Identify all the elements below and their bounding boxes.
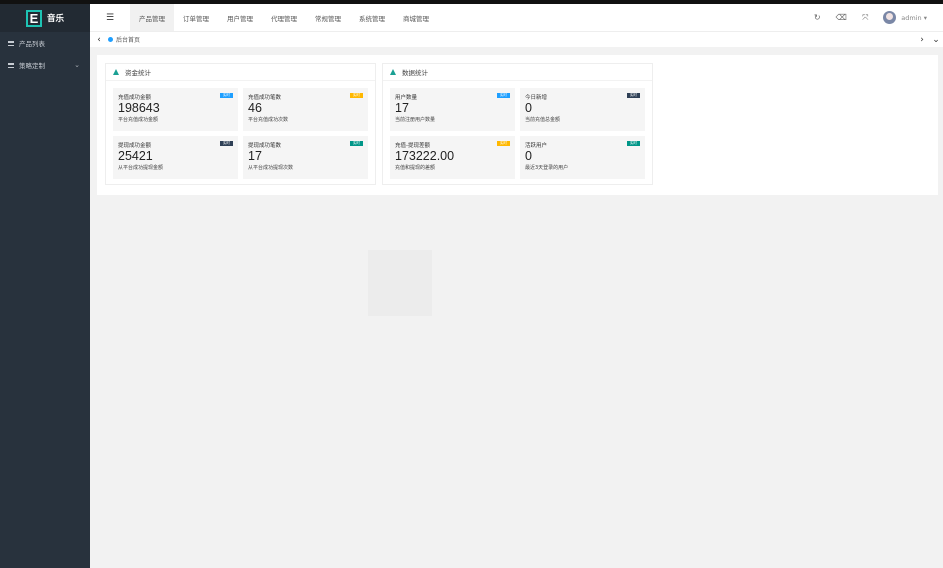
stat-value: 17: [395, 101, 409, 115]
stat-card: 提现成功金额 25421 从平台成功提现金额 实时: [113, 136, 238, 179]
sidebar-item-label: 产品列表: [19, 40, 45, 48]
warning-icon: [113, 69, 119, 75]
stat-label: 提现成功金额: [118, 143, 152, 149]
status-badge: 实时: [220, 141, 233, 146]
stat-subtitle: 从平台成功提现次数: [248, 165, 294, 171]
list-icon: [8, 40, 14, 46]
nav-agent[interactable]: 代理管理: [262, 4, 306, 31]
watermark-logo: [368, 250, 432, 316]
sidebar-item-label: 策略定制: [19, 62, 45, 70]
status-badge: 实时: [350, 141, 363, 146]
stat-label: 充值成功金额: [118, 95, 152, 101]
nav-user[interactable]: 用户管理: [218, 4, 262, 31]
status-badge: 实时: [497, 93, 510, 98]
tab-home[interactable]: 后台首页: [116, 35, 140, 44]
nav-general[interactable]: 常规管理: [306, 4, 350, 31]
funds-panel: 资金统计 充值成功金额 198643 平台充值成功金额 实时 充值成功笔数 46…: [105, 63, 376, 185]
status-badge: 实时: [627, 93, 640, 98]
dashboard-content: 资金统计 充值成功金额 198643 平台充值成功金额 实时 充值成功笔数 46…: [97, 55, 938, 195]
panel-title: 数据统计: [402, 69, 428, 77]
stat-subtitle: 平台充值成功次数: [248, 117, 289, 123]
sidebar: E 音乐 产品列表 策略定制 ⌄: [0, 4, 90, 568]
warning-icon: [390, 69, 396, 75]
tab-prev-icon[interactable]: ‹: [90, 35, 108, 45]
tab-menu-chevron-icon[interactable]: ⌄: [929, 35, 943, 45]
stat-label: 今日新增: [525, 95, 548, 101]
stat-value: 17: [248, 149, 262, 163]
stat-value: 0: [525, 149, 532, 163]
stat-value: 198643: [118, 101, 160, 115]
nav-order[interactable]: 订单管理: [174, 4, 218, 31]
status-badge: 实时: [220, 93, 233, 98]
stat-card: 充值成功金额 198643 平台充值成功金额 实时: [113, 88, 238, 131]
stat-value: 25421: [118, 149, 153, 163]
tab-next-icon[interactable]: ›: [915, 35, 929, 45]
stat-label: 充值-提现差额: [395, 143, 430, 149]
logo[interactable]: E 音乐: [0, 4, 90, 32]
menu-icon[interactable]: ☰: [90, 4, 130, 31]
stat-card: 充值-提现差额 173222.00 充值和提现的差额 实时: [390, 136, 515, 179]
stat-label: 用户数量: [395, 95, 418, 101]
stat-label: 充值成功笔数: [248, 95, 282, 101]
nav-mall[interactable]: 商城管理: [394, 4, 438, 31]
status-badge: 实时: [497, 141, 510, 146]
stat-value: 46: [248, 101, 262, 115]
stat-subtitle: 从平台成功提现金额: [118, 165, 164, 171]
stat-subtitle: 最近3天登录的用户: [525, 165, 569, 171]
nav-product[interactable]: 产品管理: [130, 4, 174, 31]
status-badge: 实时: [350, 93, 363, 98]
stat-label: 活跃用户: [525, 143, 548, 149]
status-badge: 实时: [627, 141, 640, 146]
header: ☰ 产品管理 订单管理 用户管理 代理管理 常规管理 系统管理 商城管理 ↻ ⌫…: [90, 4, 943, 31]
panel-title: 资金统计: [125, 69, 151, 77]
stat-subtitle: 当前注册用户数量: [395, 117, 436, 123]
chevron-down-icon: ⌄: [74, 61, 80, 69]
sidebar-item-strategy[interactable]: 策略定制 ⌄: [0, 54, 90, 76]
stat-subtitle: 充值和提现的差额: [395, 165, 436, 171]
stat-card: 提现成功笔数 17 从平台成功提现次数 实时: [243, 136, 368, 179]
sidebar-item-product-list[interactable]: 产品列表: [0, 32, 90, 54]
stat-card: 今日新增 0 当前充值总金额 实时: [520, 88, 645, 131]
stat-value: 173222.00: [395, 149, 455, 163]
username: admin: [901, 13, 922, 22]
stat-subtitle: 平台充值成功金额: [118, 117, 159, 123]
data-panel: 数据统计 用户数量 17 当前注册用户数量 实时 今日新增 0 当前充值总金额 …: [382, 63, 653, 185]
logo-mark: E: [25, 9, 42, 27]
stat-subtitle: 当前充值总金额: [525, 117, 561, 123]
nav-system[interactable]: 系统管理: [350, 4, 394, 31]
app-title: 音乐: [46, 14, 64, 24]
stat-label: 提现成功笔数: [248, 143, 282, 149]
fullscreen-icon[interactable]: ⤧: [853, 13, 877, 23]
clear-icon[interactable]: ⌫: [829, 13, 853, 22]
stat-card: 用户数量 17 当前注册用户数量 实时: [390, 88, 515, 131]
stat-card: 充值成功笔数 46 平台充值成功次数 实时: [243, 88, 368, 131]
avatar[interactable]: [883, 11, 897, 24]
user-menu[interactable]: admin ▾: [901, 14, 927, 22]
list-icon: [8, 62, 14, 68]
tabs-bar: ‹ 后台首页 › ⌄: [90, 31, 943, 47]
stat-card: 活跃用户 0 最近3天登录的用户 实时: [520, 136, 645, 179]
refresh-icon[interactable]: ↻: [805, 13, 829, 22]
tab-active-dot: [108, 37, 113, 42]
stat-value: 0: [525, 101, 532, 115]
